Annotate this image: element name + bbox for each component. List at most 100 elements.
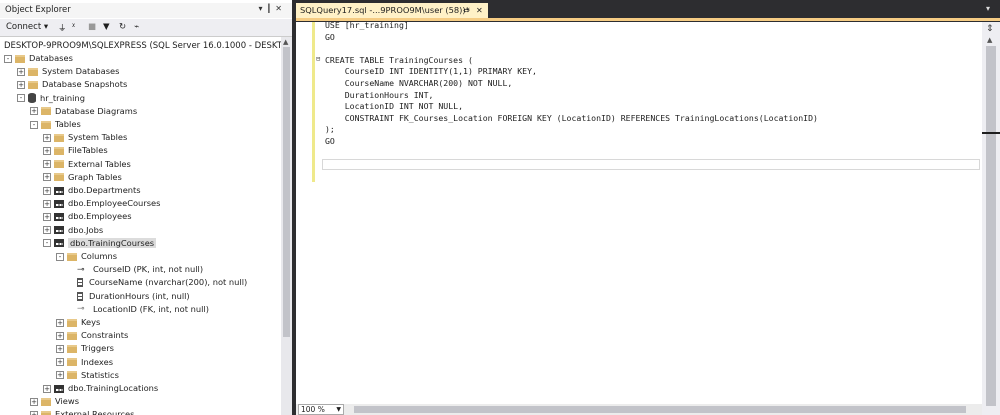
pin-icon[interactable]: ⇔ (463, 3, 470, 18)
expand-icon[interactable]: + (56, 358, 64, 367)
expand-icon[interactable]: + (17, 80, 25, 89)
table-icon (54, 239, 64, 248)
expand-icon[interactable]: + (17, 67, 25, 76)
scrollbar-thumb[interactable] (283, 47, 290, 337)
code-line[interactable]: CREATE TABLE TrainingCourses ( (325, 55, 473, 66)
tree-node[interactable]: - hr_training (17, 92, 85, 105)
code-line[interactable]: DurationHours INT, (325, 90, 434, 101)
code-line[interactable]: GO (325, 32, 335, 43)
collapse-icon[interactable]: - (56, 252, 64, 261)
object-explorer-title: Object Explorer (5, 5, 71, 15)
expand-icon[interactable]: + (56, 344, 64, 353)
expand-icon[interactable]: + (43, 146, 51, 155)
tree-node-label: LocationID (FK, int, not null) (93, 303, 209, 314)
expand-icon[interactable]: + (43, 212, 51, 221)
titlebar-buttons: ▾┃✕ (258, 4, 286, 13)
tree-node[interactable]: + Database Snapshots (17, 78, 127, 91)
code-line[interactable]: CONSTRAINT FK_Courses_Location FOREIGN K… (325, 113, 818, 124)
tree-node[interactable]: + External Tables (43, 158, 131, 171)
column-icon (77, 291, 83, 301)
query-editor[interactable]: ⊟ USE [hr_training] GO CREATE TABLE Traini… (296, 20, 982, 404)
expand-icon[interactable]: + (43, 186, 51, 195)
tree-node[interactable]: + External Resources (30, 408, 134, 415)
tree-node[interactable]: + dbo.EmployeeCourses (43, 197, 160, 210)
table-icon (54, 199, 64, 208)
code-line[interactable]: CourseName NVARCHAR(200) NOT NULL, (325, 78, 513, 89)
expand-icon[interactable]: + (56, 371, 64, 380)
tree-node[interactable]: + Views (30, 395, 79, 408)
connect-button[interactable]: Connect ▾ (6, 22, 48, 32)
tree-node[interactable]: + Constraints (56, 329, 128, 342)
scrollbar-thumb[interactable] (986, 46, 996, 406)
tree-node[interactable]: + dbo.Employees (43, 210, 132, 223)
activity-icon[interactable]: ⌁ (134, 22, 139, 32)
tree-node[interactable]: + Statistics (56, 369, 119, 382)
disconnect-icon[interactable]: ᵡ (72, 22, 75, 32)
tab-dropdown-icon[interactable]: ▾ (986, 4, 990, 13)
scroll-up-icon[interactable]: ▲ (987, 36, 992, 44)
expand-icon[interactable]: + (30, 107, 38, 116)
code-line[interactable]: GO (325, 136, 335, 147)
zoom-dropdown[interactable]: 100 % ▼ (298, 404, 344, 415)
code-line[interactable]: CourseID INT IDENTITY(1,1) PRIMARY KEY, (325, 66, 537, 77)
tree-node[interactable]: ⊸ CourseID (PK, int, not null) (77, 263, 203, 276)
tree-node-label: Columns (81, 251, 118, 261)
expand-icon[interactable]: + (30, 397, 38, 406)
expand-icon[interactable]: + (30, 410, 38, 415)
expand-icon[interactable]: + (56, 331, 64, 340)
collapse-icon[interactable]: - (4, 54, 12, 63)
tree-node[interactable]: + dbo.TrainingLocations (43, 382, 158, 395)
object-explorer-scrollbar[interactable]: ▲ (281, 37, 292, 415)
tree-node[interactable]: + Keys (56, 316, 100, 329)
close-icon[interactable]: ✕ (476, 3, 483, 18)
tree-node[interactable]: + Graph Tables (43, 171, 122, 184)
expand-icon[interactable]: + (43, 173, 51, 182)
split-icon[interactable]: ⇕ (986, 24, 994, 34)
tree-node[interactable]: + Triggers (56, 342, 114, 355)
code-line[interactable]: LocationID INT NOT NULL, (325, 101, 463, 112)
code-line[interactable]: ); (325, 124, 335, 135)
folder-icon (41, 120, 51, 129)
pin-icon[interactable]: ┃ (266, 4, 275, 13)
filter-icon[interactable]: ▼ (103, 22, 110, 32)
code-line[interactable]: USE [hr_training] (325, 20, 409, 31)
stop-icon[interactable]: ■ (88, 22, 96, 32)
horizontal-scrollbar-thumb[interactable] (354, 406, 966, 413)
folder-icon (28, 67, 38, 76)
tree-node[interactable]: + dbo.Departments (43, 184, 141, 197)
tree-node[interactable]: + System Tables (43, 131, 127, 144)
expand-icon[interactable]: + (43, 226, 51, 235)
server-node[interactable]: DESKTOP-9PROO9M\SQLEXPRESS (SQL Server 1… (4, 41, 292, 51)
collapse-icon[interactable]: - (30, 120, 38, 129)
tree-node[interactable]: + Indexes (56, 356, 113, 369)
tree-node[interactable]: + dbo.Jobs (43, 224, 103, 237)
collapse-icon[interactable]: - (43, 239, 51, 248)
tree-node-label: Database Snapshots (42, 79, 128, 90)
table-icon (54, 384, 64, 393)
expand-icon[interactable]: + (43, 384, 51, 393)
tree-node[interactable]: - Tables (30, 118, 81, 131)
tree-node[interactable]: CourseName (nvarchar(200), not null) (77, 276, 247, 289)
expand-icon[interactable]: + (43, 160, 51, 169)
tree-node[interactable]: ⊸ LocationID (FK, int, not null) (77, 303, 209, 316)
vertical-scrollbar[interactable]: ⇕ ▲ (982, 22, 1000, 415)
editor-status-bar: 100 % ▼ (296, 404, 982, 415)
tree-node[interactable]: - Columns (56, 250, 117, 263)
collapse-icon[interactable]: - (17, 94, 25, 103)
scroll-up-icon[interactable]: ▲ (283, 38, 288, 46)
tree-node[interactable]: - Databases (4, 52, 73, 65)
refresh-icon[interactable]: ↻ (119, 22, 126, 32)
collapse-icon[interactable]: ⊟ (316, 55, 320, 63)
close-icon[interactable]: ✕ (275, 4, 286, 13)
tab-sqlquery17[interactable]: SQLQuery17.sql -...9PROO9M\user (58))* ⇔… (296, 3, 488, 18)
tree-node[interactable]: DurationHours (int, null) (77, 290, 190, 303)
tree-node[interactable]: - dbo.TrainingCourses (43, 237, 157, 250)
expand-icon[interactable]: + (43, 199, 51, 208)
connect-icon[interactable]: ⏚ (58, 22, 67, 34)
tree-node[interactable]: + FileTables (43, 144, 108, 157)
tree-node[interactable]: + System Databases (17, 65, 120, 78)
dropdown-icon[interactable]: ▾ (258, 4, 266, 13)
tree-node[interactable]: + Database Diagrams (30, 105, 137, 118)
expand-icon[interactable]: + (56, 318, 64, 327)
expand-icon[interactable]: + (43, 133, 51, 142)
